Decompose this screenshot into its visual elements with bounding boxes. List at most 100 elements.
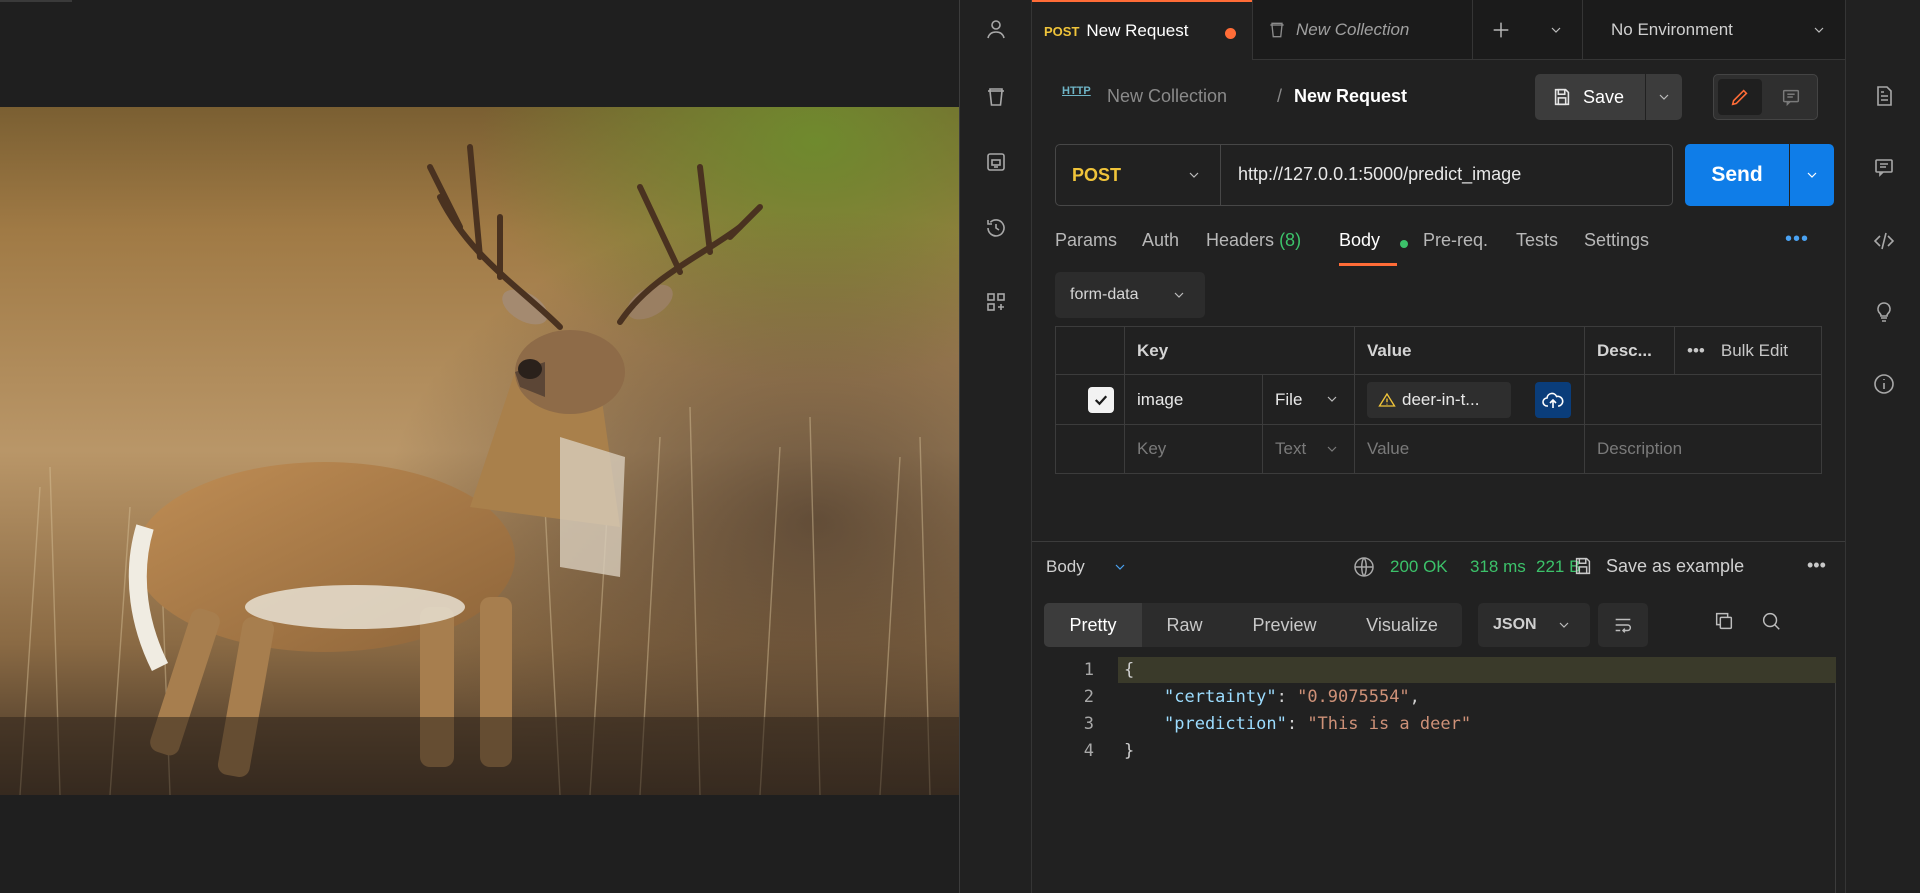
user-icon[interactable] <box>982 15 1010 43</box>
tab-body[interactable]: Body <box>1339 230 1380 251</box>
breadcrumb-request[interactable]: New Request <box>1294 86 1407 107</box>
view-tab-visualize[interactable]: Visualize <box>1342 603 1462 647</box>
send-button[interactable]: Send <box>1685 144 1789 206</box>
url-input[interactable]: http://127.0.0.1:5000/predict_image <box>1238 164 1521 185</box>
row-type-select[interactable]: File <box>1262 375 1354 424</box>
chevron-down-icon[interactable] <box>1112 559 1128 575</box>
chevron-down-icon <box>1807 172 1817 178</box>
save-dropdown-button[interactable] <box>1646 74 1682 120</box>
type-placeholder-label: Text <box>1275 439 1307 458</box>
wrap-icon <box>1615 618 1631 633</box>
new-tab-button[interactable] <box>1472 0 1529 60</box>
cloud-upload-icon <box>1542 392 1564 408</box>
tab-new-collection[interactable]: New Collection <box>1252 0 1472 60</box>
documentation-icon[interactable] <box>1870 82 1898 110</box>
tab-params[interactable]: Params <box>1055 230 1117 251</box>
comments-icon[interactable] <box>1870 153 1898 181</box>
tab-title: New Request <box>1086 21 1189 40</box>
more-options-icon[interactable]: ••• <box>1785 228 1809 251</box>
comment-icon <box>1782 89 1800 107</box>
info-icon[interactable] <box>1870 370 1898 398</box>
url-bar: POST http://127.0.0.1:5000/predict_image <box>1055 144 1673 206</box>
add-widget-icon[interactable] <box>982 288 1010 316</box>
comment-mode-button[interactable] <box>1769 79 1813 115</box>
form-data-table: Key Value Desc... ••• Bulk Edit image Fi… <box>1055 326 1822 474</box>
check-icon <box>1094 395 1108 406</box>
breadcrumb-collection[interactable]: New Collection <box>1107 86 1227 107</box>
row-value-cell: deer-in-t... <box>1354 375 1584 424</box>
history-icon[interactable] <box>982 214 1010 242</box>
lightbulb-icon[interactable] <box>1870 298 1898 326</box>
chevron-down-icon <box>1551 27 1560 33</box>
trash-icon[interactable] <box>982 83 1010 111</box>
description-placeholder[interactable]: Description <box>1584 425 1821 473</box>
save-icon <box>1575 557 1591 575</box>
table-more-icon[interactable]: ••• <box>1687 341 1705 361</box>
format-label: JSON <box>1493 616 1537 633</box>
format-select[interactable]: JSON <box>1478 603 1590 647</box>
header-description: Desc... <box>1584 327 1674 374</box>
file-chip[interactable]: deer-in-t... <box>1367 382 1511 418</box>
status-code[interactable]: 200 OK <box>1390 557 1448 577</box>
environment-select[interactable]: No Environment <box>1582 0 1845 60</box>
line-number: 2 <box>1083 687 1094 707</box>
tab-body-label: Body <box>1339 230 1381 250</box>
tab-tests[interactable]: Tests <box>1516 230 1558 251</box>
collection-icon <box>1270 22 1284 38</box>
tab-auth[interactable]: Auth <box>1142 230 1179 251</box>
mock-server-icon[interactable] <box>982 148 1010 176</box>
response-body-label[interactable]: Body <box>1046 557 1085 577</box>
postman-app: POST New Request New Collection No Envir… <box>960 0 1920 893</box>
view-tab-preview[interactable]: Preview <box>1227 603 1342 647</box>
body-active-dot <box>1400 240 1408 248</box>
pencil-icon <box>1731 89 1748 106</box>
save-button[interactable]: Save <box>1535 74 1645 120</box>
current-line-highlight <box>1118 657 1836 683</box>
tab-new-request[interactable]: POST New Request <box>1032 0 1252 60</box>
view-tab-pretty[interactable]: Pretty <box>1044 603 1142 647</box>
header-key: Key <box>1124 327 1354 374</box>
key-placeholder[interactable]: Key <box>1124 425 1262 473</box>
upload-file-button[interactable] <box>1535 382 1571 418</box>
type-placeholder-select[interactable]: Text <box>1262 425 1354 473</box>
tab-prereq[interactable]: Pre-req. <box>1423 230 1488 251</box>
unsaved-dot-icon <box>1225 28 1236 39</box>
bulk-edit-link[interactable]: Bulk Edit <box>1721 341 1788 361</box>
json-line: "prediction": "This is a deer" <box>1164 714 1472 734</box>
wrap-lines-button[interactable] <box>1598 603 1648 647</box>
copy-icon[interactable] <box>1713 610 1735 637</box>
row-checkbox[interactable] <box>1088 387 1114 413</box>
response-code-view[interactable]: 1 2 3 4 { "certainty": "0.9075554", "pre… <box>1032 657 1845 893</box>
file-name: deer-in-t... <box>1402 390 1480 409</box>
value-placeholder[interactable]: Value <box>1354 425 1584 473</box>
row-description[interactable] <box>1584 375 1821 424</box>
send-dropdown-button[interactable] <box>1790 144 1834 206</box>
edit-mode-button[interactable] <box>1718 79 1762 115</box>
save-label: Save <box>1583 86 1625 107</box>
code-icon[interactable] <box>1870 227 1898 255</box>
tabs-dropdown-button[interactable] <box>1529 0 1582 60</box>
response-view-tabs: Pretty Raw Preview Visualize <box>1044 603 1462 647</box>
request-tabs: Params Auth Headers (8) Body Pre-req. Te… <box>1055 226 1835 266</box>
json-value: "0.9075554" <box>1297 687 1410 707</box>
save-as-example-button[interactable]: Save as example <box>1572 555 1744 577</box>
header-value: Value <box>1354 327 1584 374</box>
method-select[interactable]: POST <box>1056 145 1221 205</box>
view-tab-raw[interactable]: Raw <box>1142 603 1227 647</box>
json-key: "certainty" <box>1164 687 1277 707</box>
tab-settings[interactable]: Settings <box>1584 230 1649 251</box>
chevron-down-icon <box>1327 446 1337 452</box>
globe-icon[interactable] <box>1352 555 1376 584</box>
response-time[interactable]: 318 ms <box>1470 557 1526 577</box>
response-header: Body 200 OK 318 ms 221 B Save as example… <box>1032 542 1845 594</box>
code-scrollbar[interactable] <box>1835 683 1836 893</box>
active-tab-underline <box>1339 263 1397 266</box>
response-more-icon[interactable]: ••• <box>1807 555 1826 576</box>
row-key[interactable]: image <box>1124 375 1262 424</box>
body-type-select[interactable]: form-data <box>1055 272 1205 318</box>
tab-headers[interactable]: Headers (8) <box>1206 230 1301 251</box>
empty-checkbox-cell <box>1056 425 1124 473</box>
json-open-brace: { <box>1124 660 1135 680</box>
plus-icon <box>1493 22 1509 38</box>
search-icon[interactable] <box>1760 610 1782 637</box>
